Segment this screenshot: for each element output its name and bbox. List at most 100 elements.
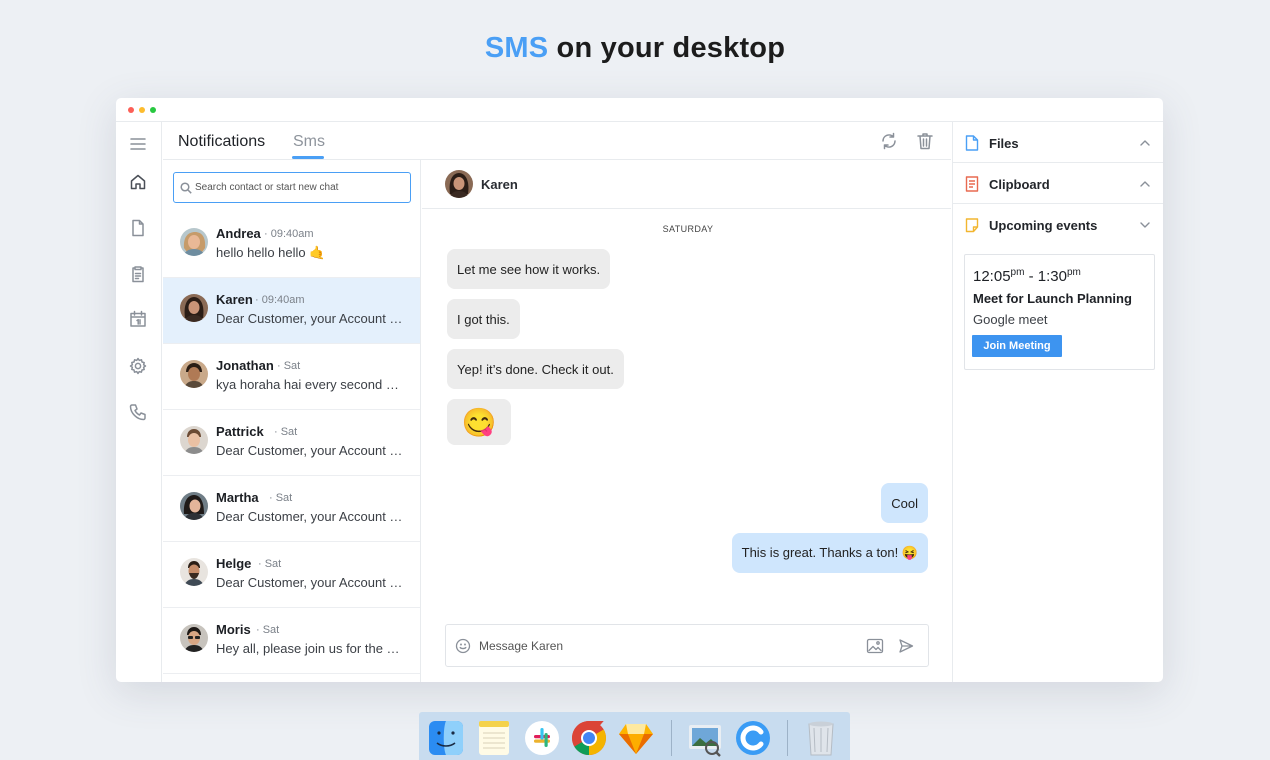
event-time: 12:05pm - 1:30pm bbox=[973, 267, 1081, 285]
tab-bar: Notifications Sms bbox=[163, 122, 951, 160]
avatar bbox=[445, 170, 473, 198]
contact-name: Andrea bbox=[216, 226, 261, 241]
emoji-icon[interactable] bbox=[455, 638, 471, 654]
tab-sms[interactable]: Sms bbox=[293, 133, 325, 151]
home-icon[interactable] bbox=[128, 172, 148, 192]
chevron-down-icon[interactable] bbox=[1139, 218, 1151, 230]
contact-time: · Sat bbox=[269, 492, 293, 504]
event-card: 12:05pm - 1:30pm Meet for Launch Plannin… bbox=[964, 254, 1155, 370]
contact-row-moris[interactable]: Moris · Sat Hey all, please join us for … bbox=[163, 608, 420, 674]
chat-contact-name: Karen bbox=[481, 177, 518, 192]
contact-time: · Sat bbox=[277, 360, 301, 372]
tab-notifications[interactable]: Notifications bbox=[178, 133, 265, 151]
minimize-window-button[interactable] bbox=[139, 107, 145, 113]
page-headline: SMS on your desktop bbox=[0, 32, 1270, 65]
avatar bbox=[180, 294, 208, 322]
message-bubble-emoji: 😋 bbox=[447, 399, 511, 445]
event-start: 12:05 bbox=[973, 268, 1011, 285]
notes-icon[interactable] bbox=[474, 718, 514, 758]
contact-preview: Dear Customer, your Account Number... bbox=[216, 575, 404, 590]
maximize-window-button[interactable] bbox=[150, 107, 156, 113]
clipboard-icon[interactable] bbox=[128, 264, 148, 284]
contact-list: Andrea · 09:40am hello hello hello 🤙 Kar… bbox=[163, 212, 420, 674]
contact-name: Karen bbox=[216, 292, 253, 307]
avatar bbox=[180, 624, 208, 652]
close-window-button[interactable] bbox=[128, 107, 134, 113]
event-end-suffix: pm bbox=[1067, 267, 1081, 278]
message-bubble-outgoing: This is great. Thanks a ton! 😝 bbox=[731, 533, 928, 573]
headline-rest: on your desktop bbox=[548, 32, 786, 64]
title-bar bbox=[116, 98, 1163, 122]
headline-accent: SMS bbox=[484, 32, 549, 64]
contact-preview: Dear Customer, your Account Number... bbox=[216, 509, 404, 524]
message-bubble-incoming: Yep! it’s done. Check it out. bbox=[447, 349, 624, 389]
contact-row-helge[interactable]: Helge · Sat Dear Customer, your Account … bbox=[163, 542, 420, 608]
contact-name: Helge bbox=[216, 556, 252, 571]
contact-preview: kya horaha hai every second day? bbox=[216, 377, 404, 392]
dock bbox=[419, 712, 850, 760]
avatar bbox=[180, 426, 208, 454]
dock-separator bbox=[671, 720, 672, 756]
dock-separator bbox=[787, 720, 788, 756]
contact-row-martha[interactable]: Martha · Sat Dear Customer, your Account… bbox=[163, 476, 420, 542]
contact-name: Jonathan bbox=[216, 358, 274, 373]
event-title: Meet for Launch Planning bbox=[973, 291, 1132, 306]
contact-preview: Dear Customer, your Account Number... bbox=[216, 311, 404, 326]
event-time-separator: - bbox=[1024, 268, 1038, 285]
chevron-up-icon[interactable] bbox=[1139, 136, 1151, 148]
contact-name: Martha bbox=[216, 490, 259, 505]
tab-sms-active-indicator bbox=[292, 156, 324, 159]
event-location: Google meet bbox=[973, 312, 1048, 327]
contact-preview: Dear Customer, your Account Number... bbox=[216, 443, 404, 458]
sticky-note-icon bbox=[965, 217, 979, 233]
slack-icon[interactable] bbox=[522, 718, 562, 758]
upcoming-events-section[interactable]: Upcoming events bbox=[953, 204, 1163, 245]
phone-icon[interactable] bbox=[128, 402, 148, 422]
preview-icon[interactable] bbox=[685, 718, 725, 758]
contact-row-pattrick[interactable]: Pattrick · Sat Dear Customer, your Accou… bbox=[163, 410, 420, 476]
upcoming-events-title: Upcoming events bbox=[989, 218, 1098, 233]
chat-header: Karen bbox=[422, 160, 951, 209]
contact-list-panel: Andrea · 09:40am hello hello hello 🤙 Kar… bbox=[163, 160, 421, 682]
trash-icon[interactable] bbox=[915, 131, 935, 151]
menu-icon[interactable] bbox=[128, 134, 148, 154]
contact-preview: Hey all, please join us for the sale... bbox=[216, 641, 404, 656]
files-section[interactable]: Files bbox=[953, 122, 1163, 163]
sketch-icon[interactable] bbox=[616, 718, 656, 758]
avatar bbox=[180, 558, 208, 586]
settings-gear-icon[interactable] bbox=[128, 356, 148, 376]
image-attach-icon[interactable] bbox=[866, 638, 884, 654]
contact-preview: hello hello hello 🤙 bbox=[216, 245, 326, 260]
message-bubble-outgoing: Cool bbox=[881, 483, 928, 523]
contact-name: Moris bbox=[216, 622, 251, 637]
clipboard-title: Clipboard bbox=[989, 177, 1050, 192]
message-input[interactable] bbox=[479, 625, 859, 666]
message-bubble-incoming: Let me see how it works. bbox=[447, 249, 611, 289]
chevron-up-icon[interactable] bbox=[1139, 177, 1151, 189]
contact-row-andrea[interactable]: Andrea · 09:40am hello hello hello 🤙 bbox=[163, 212, 420, 278]
chat-panel: Karen SATURDAY Let me see how it works. … bbox=[422, 160, 951, 682]
right-panel: Files Clipboard Upcoming events 12:05pm … bbox=[952, 122, 1163, 682]
search-box bbox=[173, 172, 411, 203]
file-icon bbox=[965, 135, 979, 151]
contact-time: · Sat bbox=[256, 624, 280, 636]
refresh-icon[interactable] bbox=[879, 131, 899, 151]
finder-icon[interactable] bbox=[426, 718, 466, 758]
app-window: Notifications Sms Andrea · 09:40am hello… bbox=[116, 98, 1163, 682]
event-end: 1:30 bbox=[1037, 268, 1067, 285]
contact-row-karen[interactable]: Karen · 09:40am Dear Customer, your Acco… bbox=[163, 278, 420, 344]
contact-time: · Sat bbox=[258, 558, 282, 570]
contact-time: · Sat bbox=[274, 426, 298, 438]
chrome-icon[interactable] bbox=[569, 718, 609, 758]
search-input[interactable] bbox=[195, 173, 405, 202]
document-icon[interactable] bbox=[128, 218, 148, 238]
calendar-icon[interactable] bbox=[128, 309, 148, 329]
send-icon[interactable] bbox=[898, 638, 914, 654]
message-composer bbox=[445, 624, 929, 667]
contact-row-jonathan[interactable]: Jonathan · Sat kya horaha hai every seco… bbox=[163, 344, 420, 410]
sync-app-icon[interactable] bbox=[733, 718, 773, 758]
trash-icon[interactable] bbox=[801, 718, 841, 758]
clipboard-section[interactable]: Clipboard bbox=[953, 163, 1163, 204]
join-meeting-button[interactable]: Join Meeting bbox=[972, 335, 1062, 357]
avatar bbox=[180, 228, 208, 256]
